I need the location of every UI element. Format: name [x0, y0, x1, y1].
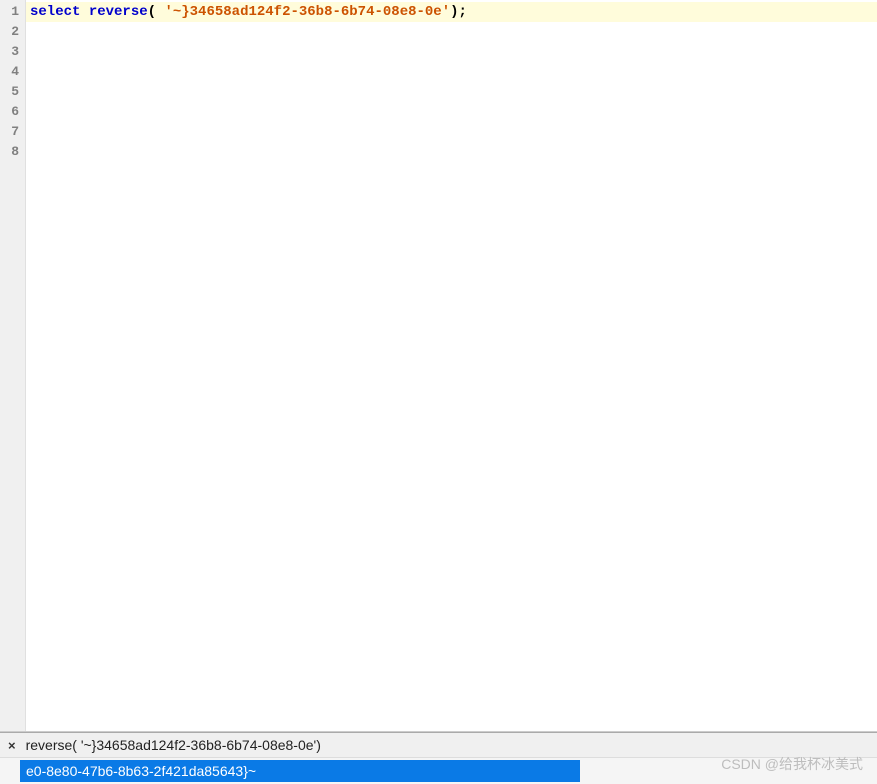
sql-editor[interactable]: 12345678 select reverse( '~}34658ad124f2…: [0, 0, 877, 732]
code-line[interactable]: [26, 82, 877, 102]
line-number: 5: [2, 82, 19, 102]
watermark: CSDN @给我杯冰美式: [721, 754, 863, 774]
token-str: '~}34658ad124f2-36b8-6b74-08e8-0e': [164, 4, 450, 20]
token-kw: select: [30, 4, 80, 20]
line-number: 4: [2, 62, 19, 82]
line-number: 7: [2, 122, 19, 142]
code-line[interactable]: [26, 42, 877, 62]
token-plain: );: [450, 4, 467, 20]
code-area[interactable]: select reverse( '~}34658ad124f2-36b8-6b7…: [26, 0, 877, 731]
token-kw: reverse: [89, 4, 148, 20]
code-line[interactable]: [26, 142, 877, 162]
line-number: 8: [2, 142, 19, 162]
code-line[interactable]: [26, 122, 877, 142]
line-number: 2: [2, 22, 19, 42]
token-plain: (: [148, 4, 165, 20]
line-number-gutter: 12345678: [0, 0, 26, 731]
result-column-header[interactable]: reverse( '~}34658ad124f2-36b8-6b74-08e8-…: [26, 737, 321, 753]
close-icon[interactable]: ×: [6, 738, 18, 753]
line-number: 3: [2, 42, 19, 62]
code-line[interactable]: [26, 102, 877, 122]
code-line[interactable]: select reverse( '~}34658ad124f2-36b8-6b7…: [26, 2, 877, 22]
code-line[interactable]: [26, 62, 877, 82]
line-number: 1: [2, 2, 19, 22]
token-plain: [80, 4, 88, 20]
line-number: 6: [2, 102, 19, 122]
result-row[interactable]: e0-8e80-47b6-8b63-2f421da85643}~: [20, 760, 580, 782]
code-line[interactable]: [26, 22, 877, 42]
